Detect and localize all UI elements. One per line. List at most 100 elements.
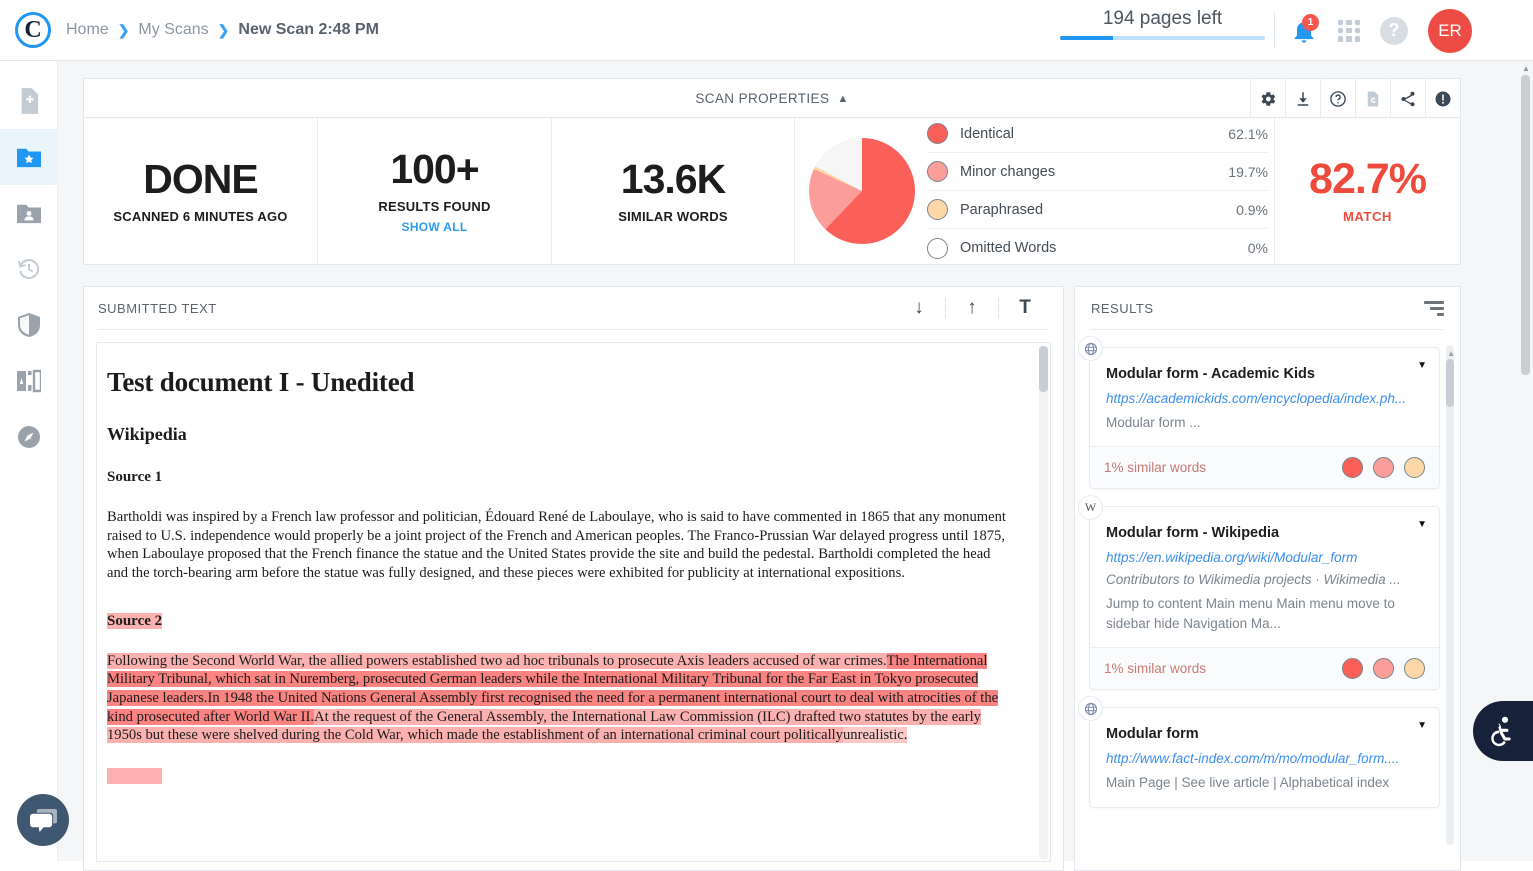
notification-badge: 1 xyxy=(1302,13,1319,31)
dot-minor-changes[interactable] xyxy=(1373,658,1394,680)
legend-row-omitted-words[interactable]: Omitted Words 0% xyxy=(927,229,1268,267)
dot-paraphrased[interactable] xyxy=(1404,658,1425,680)
dot-paraphrased[interactable] xyxy=(1404,457,1425,479)
source2-segment-5: unrealistic. xyxy=(842,727,908,744)
breadcrumb-separator-icon: ❯ xyxy=(217,21,230,38)
similar-words-value: 13.6K xyxy=(620,155,726,202)
scroll-up-icon[interactable]: ↑ xyxy=(946,297,998,319)
results-scroll-thumb[interactable] xyxy=(1446,359,1454,407)
scroll-up-arrow-icon[interactable]: ▲ xyxy=(1447,349,1455,358)
document-scrollbar[interactable] xyxy=(1039,346,1048,860)
status-cell: DONE SCANNED 6 MINUTES AGO xyxy=(84,118,318,264)
source2-heading: Source 2 xyxy=(107,612,1014,630)
legend-value-omitted-words: 0% xyxy=(1247,240,1268,256)
results-scrollbar[interactable] xyxy=(1446,345,1454,845)
result-card-footer: 1% similar words xyxy=(1090,446,1439,489)
document-body: Test document I - Unedited Wikipedia Sou… xyxy=(97,343,1036,861)
submitted-text-tools: ↓ ↑ T xyxy=(893,297,1051,319)
source1-paragraph: Bartholdi was inspired by a French law p… xyxy=(107,509,1006,582)
result-similarity: 1% similar words xyxy=(1104,661,1207,677)
help-icon[interactable] xyxy=(1320,79,1355,118)
accessibility-wheelchair-icon[interactable] xyxy=(1473,701,1533,761)
breadcrumb-item-my-scans[interactable]: My Scans xyxy=(138,21,208,39)
pages-left-label: 194 pages left xyxy=(1102,8,1223,29)
legend-row-minor-changes[interactable]: Minor changes 19.7% xyxy=(927,153,1268,191)
legend-row-paraphrased[interactable]: Paraphrased 0.9% xyxy=(927,191,1268,229)
sidebar-item-compare[interactable] xyxy=(0,353,58,409)
match-cell: 82.7% MATCH xyxy=(1275,118,1460,264)
result-card[interactable]: ▼ Modular form - Academic Kids https://a… xyxy=(1078,336,1440,490)
legend-swatch-identical xyxy=(927,123,948,144)
history-clock-icon xyxy=(18,259,39,280)
result-card[interactable]: ▼ Modular form http://www.fact-index.com… xyxy=(1078,696,1440,808)
match-percentage: 82.7% xyxy=(1309,155,1427,203)
alert-icon[interactable] xyxy=(1425,79,1460,118)
source2-paragraph: Following the Second World War, the alli… xyxy=(107,652,1014,745)
sidebar-item-explore[interactable] xyxy=(0,409,58,465)
results-header-divider xyxy=(1091,329,1444,330)
top-divider xyxy=(1274,12,1275,48)
result-url[interactable]: http://www.fact-index.com/m/mo/modular_f… xyxy=(1106,751,1409,766)
document-viewport[interactable]: Test document I - Unedited Wikipedia Sou… xyxy=(96,342,1051,862)
breadcrumb-item-current: New Scan 2:48 PM xyxy=(238,21,379,38)
folder-user-icon xyxy=(17,204,41,224)
result-title: Modular form xyxy=(1106,726,1199,743)
chat-bubble-icon[interactable] xyxy=(17,794,69,846)
results-found-caption: RESULTS FOUND xyxy=(378,198,491,214)
breadcrumb-item-home[interactable]: Home xyxy=(66,21,109,39)
legend-label-omitted-words: Omitted Words xyxy=(960,240,1057,256)
document-subtitle: Wikipedia xyxy=(107,424,187,444)
legend-swatch-minor-changes xyxy=(927,161,948,182)
page-scroll-up-icon[interactable]: ▲ xyxy=(1519,61,1533,75)
chevron-down-icon[interactable]: ▼ xyxy=(1417,360,1427,371)
document-title: Test document I - Unedited xyxy=(107,367,415,397)
legend-label-paraphrased: Paraphrased xyxy=(960,201,1044,218)
sidebar-item-my-scans[interactable] xyxy=(0,129,58,185)
scan-summary-row: DONE SCANNED 6 MINUTES AGO 100+ RESULTS … xyxy=(84,118,1460,264)
dot-minor-changes[interactable] xyxy=(1373,457,1394,479)
sidebar-item-shared-folders[interactable] xyxy=(0,185,58,241)
apps-grid-icon[interactable] xyxy=(1338,19,1360,42)
bell-icon[interactable]: 1 xyxy=(1290,13,1319,45)
share-icon[interactable] xyxy=(1390,79,1425,118)
result-snippet: Jump to content Main menu Main menu move… xyxy=(1106,596,1395,631)
sidebar-item-new-scan[interactable] xyxy=(0,73,58,129)
download-icon[interactable] xyxy=(1285,79,1320,118)
result-similarity: 1% similar words xyxy=(1104,460,1207,476)
chevron-down-icon[interactable]: ▼ xyxy=(1417,519,1427,530)
source3-partial-highlight xyxy=(107,768,162,785)
result-title: Modular form - Academic Kids xyxy=(1106,366,1315,382)
help-icon[interactable]: ? xyxy=(1380,16,1408,45)
text-format-icon[interactable]: T xyxy=(999,297,1051,319)
compass-icon xyxy=(18,426,40,448)
result-snippet: Modular form ... xyxy=(1106,415,1201,430)
dot-identical[interactable] xyxy=(1342,658,1363,680)
settings-gear-icon[interactable] xyxy=(1250,79,1285,118)
sidebar-item-history[interactable] xyxy=(0,241,58,297)
filter-icon[interactable] xyxy=(1424,300,1444,316)
similarity-pie-chart xyxy=(809,138,915,244)
show-all-link[interactable]: SHOW ALL xyxy=(402,220,468,234)
result-card[interactable]: W ▼ Modular form - Wikipedia https://en.… xyxy=(1078,495,1440,691)
legend-row-identical[interactable]: Identical 62.1% xyxy=(927,115,1268,153)
dot-identical[interactable] xyxy=(1342,457,1363,479)
status-value: DONE xyxy=(143,155,258,202)
submitted-text-panel: SUBMITTED TEXT ↓ ↑ T Test document I - U… xyxy=(83,286,1064,871)
chevron-down-icon[interactable]: ▼ xyxy=(1417,720,1427,731)
result-url[interactable]: https://en.wikipedia.org/wiki/Modular_fo… xyxy=(1106,550,1409,565)
scroll-down-icon[interactable]: ↓ xyxy=(893,297,945,319)
document-scroll-thumb[interactable] xyxy=(1039,346,1048,392)
result-url[interactable]: https://academickids.com/encyclopedia/in… xyxy=(1106,391,1409,406)
pages-left-meter: 194 pages left xyxy=(1060,8,1265,40)
scan-tools xyxy=(1250,79,1460,118)
page-scroll-thumb[interactable] xyxy=(1521,75,1530,375)
app-logo[interactable]: C xyxy=(0,12,66,48)
status-caption: SCANNED 6 MINUTES AGO xyxy=(113,208,288,224)
breadcrumb-separator-icon: ❯ xyxy=(117,21,130,38)
legend-label-identical: Identical xyxy=(960,125,1015,142)
sidebar-item-protection[interactable] xyxy=(0,297,58,353)
legend-value-paraphrased: 0.9% xyxy=(1236,201,1268,218)
avatar[interactable]: ER xyxy=(1428,8,1472,53)
submitted-text-title: SUBMITTED TEXT xyxy=(98,300,217,316)
restore-document-icon[interactable] xyxy=(1355,79,1390,118)
